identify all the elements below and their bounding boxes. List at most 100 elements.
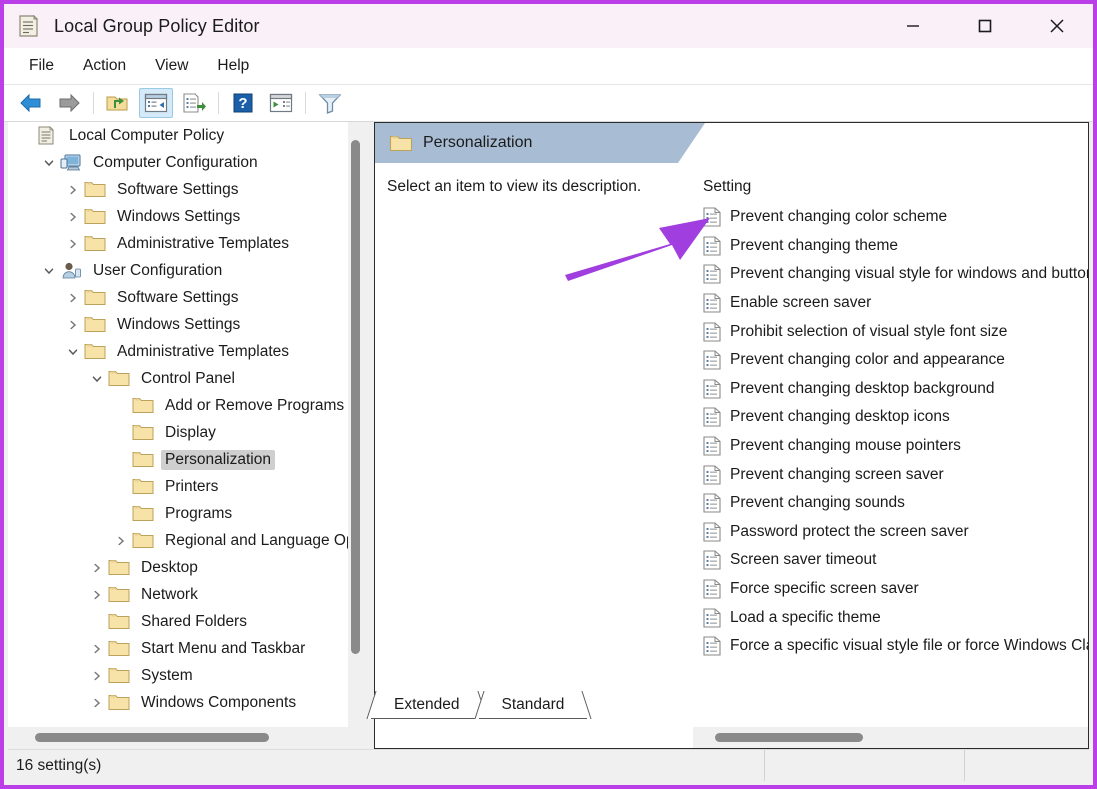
tree-horizontal-scroll-thumb[interactable]: [35, 733, 269, 742]
tree-item[interactable]: Regional and Language Options: [8, 527, 348, 554]
back-button[interactable]: [14, 88, 48, 118]
folder-icon: [108, 639, 130, 658]
up-one-level-button[interactable]: [101, 88, 135, 118]
minimize-button[interactable]: [877, 4, 949, 48]
folder-icon: [389, 133, 413, 153]
tree-vertical-scrollbar[interactable]: [348, 122, 364, 727]
tree-item[interactable]: Add or Remove Programs: [8, 392, 348, 419]
tree-item[interactable]: Software Settings: [8, 176, 348, 203]
chevron-right-icon[interactable]: [86, 589, 108, 601]
settings-list-item[interactable]: Prevent changing color scheme: [693, 203, 1088, 232]
tree-item[interactable]: Computer Configuration: [8, 149, 348, 176]
chevron-right-icon[interactable]: [86, 670, 108, 682]
local-group-policy-editor-window: Local Group Policy Editor File Action Vi…: [0, 0, 1097, 789]
chevron-down-icon[interactable]: [62, 346, 84, 358]
tree-item[interactable]: Display: [8, 419, 348, 446]
chevron-right-icon[interactable]: [62, 238, 84, 250]
chevron-down-icon[interactable]: [38, 265, 60, 277]
tree-item-label: Add or Remove Programs: [165, 396, 345, 414]
tab-standard[interactable]: Standard: [473, 691, 592, 719]
filter-button[interactable]: [313, 88, 347, 118]
tree-item[interactable]: Windows Settings: [8, 311, 348, 338]
show-hide-console-tree-button[interactable]: [139, 88, 173, 118]
folder-icon: [132, 504, 154, 523]
menu-file[interactable]: File: [16, 54, 67, 78]
chevron-down-icon[interactable]: [38, 157, 60, 169]
settings-list-item[interactable]: Password protect the screen saver: [693, 518, 1088, 547]
policy-setting-icon: [703, 522, 721, 542]
tree-item[interactable]: Control Panel: [8, 365, 348, 392]
tab-extended[interactable]: Extended: [366, 691, 488, 719]
settings-list-item[interactable]: Prevent changing visual style for window…: [693, 260, 1088, 289]
menu-view[interactable]: View: [142, 54, 201, 78]
policy-setting-icon: [703, 379, 721, 399]
tree-item[interactable]: Programs: [8, 500, 348, 527]
chevron-right-icon[interactable]: [62, 211, 84, 223]
maximize-button[interactable]: [949, 4, 1021, 48]
tree-item-label: Network: [141, 585, 198, 603]
menu-help[interactable]: Help: [204, 54, 262, 78]
settings-list-item[interactable]: Prevent changing color and appearance: [693, 346, 1088, 375]
folder-icon: [84, 207, 106, 226]
tree-item[interactable]: Local Computer Policy: [8, 122, 348, 149]
settings-list-item[interactable]: Force a specific visual style file or fo…: [693, 632, 1088, 661]
settings-list-item[interactable]: Prevent changing desktop icons: [693, 403, 1088, 432]
chevron-right-icon[interactable]: [110, 535, 132, 547]
menu-action[interactable]: Action: [70, 54, 139, 78]
settings-list[interactable]: Prevent changing color scheme Prevent cha…: [693, 203, 1088, 661]
tree-item-label: System: [141, 666, 193, 684]
tree-item[interactable]: Network: [8, 581, 348, 608]
tree-item-label: Administrative Templates: [117, 234, 290, 252]
close-button[interactable]: [1021, 4, 1093, 48]
help-button[interactable]: ?: [226, 88, 260, 118]
tree-horizontal-scrollbar[interactable]: [8, 727, 348, 749]
settings-list-item[interactable]: Prohibit selection of visual style font …: [693, 317, 1088, 346]
tree-vertical-scroll-thumb[interactable]: [351, 140, 360, 654]
settings-list-item[interactable]: Prevent changing screen saver: [693, 460, 1088, 489]
details-pane: Personalization Select an item to view i…: [374, 122, 1089, 749]
show-action-pane-button[interactable]: [264, 88, 298, 118]
tree-item[interactable]: Administrative Templates: [8, 338, 348, 365]
settings-list-item[interactable]: Screen saver timeout: [693, 546, 1088, 575]
settings-list-item[interactable]: Load a specific theme: [693, 603, 1088, 632]
tree-item[interactable]: Personalization: [8, 446, 348, 473]
tree-item[interactable]: Windows Settings: [8, 203, 348, 230]
settings-horizontal-scroll-thumb[interactable]: [715, 733, 863, 742]
tree-item[interactable]: Software Settings: [8, 284, 348, 311]
settings-list-item[interactable]: Prevent changing sounds: [693, 489, 1088, 518]
chevron-right-icon[interactable]: [86, 562, 108, 574]
tree-item[interactable]: Windows Components: [8, 689, 348, 716]
folder-icon: [108, 666, 130, 685]
settings-list-item[interactable]: Prevent changing desktop background: [693, 375, 1088, 404]
tree-item[interactable]: Desktop: [8, 554, 348, 581]
export-list-button[interactable]: [177, 88, 211, 118]
tree-item-label: Windows Settings: [117, 315, 241, 333]
chevron-right-icon[interactable]: [86, 697, 108, 709]
settings-list-item[interactable]: Enable screen saver: [693, 289, 1088, 318]
tree-item[interactable]: System: [8, 662, 348, 689]
folder-icon: [84, 288, 106, 307]
settings-list-item[interactable]: Prevent changing theme: [693, 232, 1088, 261]
settings-list-item[interactable]: Force specific screen saver: [693, 575, 1088, 604]
chevron-right-icon[interactable]: [62, 319, 84, 331]
settings-list-item-label: Prevent changing color scheme: [730, 208, 948, 226]
status-cell-3: [964, 750, 1089, 781]
toolbar-separator: [218, 92, 219, 114]
chevron-down-icon[interactable]: [86, 373, 108, 385]
tree-item[interactable]: Printers: [8, 473, 348, 500]
policy-setting-icon: [703, 207, 721, 227]
tree-view[interactable]: Local Computer Policy Computer Configurat…: [8, 122, 348, 727]
tree-item[interactable]: User Configuration: [8, 257, 348, 284]
status-setting-count: 16 setting(s): [16, 756, 102, 774]
svg-text:?: ?: [238, 95, 247, 112]
tree-item[interactable]: Start Menu and Taskbar: [8, 635, 348, 662]
tree-item[interactable]: Administrative Templates: [8, 230, 348, 257]
chevron-right-icon[interactable]: [62, 292, 84, 304]
title-bar: Local Group Policy Editor: [4, 4, 1093, 48]
settings-horizontal-scrollbar[interactable]: [693, 726, 1088, 748]
chevron-right-icon[interactable]: [86, 643, 108, 655]
settings-list-item[interactable]: Prevent changing mouse pointers: [693, 432, 1088, 461]
tree-item[interactable]: Shared Folders: [8, 608, 348, 635]
chevron-right-icon[interactable]: [62, 184, 84, 196]
forward-button[interactable]: [52, 88, 86, 118]
